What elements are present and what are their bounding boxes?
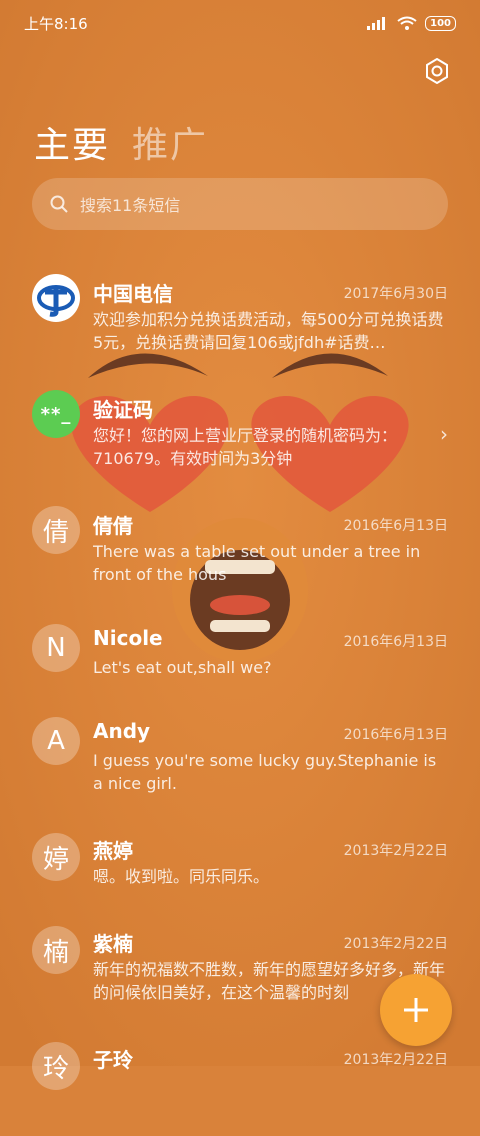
search-bar[interactable]: 搜索11条短信 bbox=[32, 178, 448, 230]
message-date: 2016年6月13日 bbox=[343, 634, 448, 650]
contact-avatar: N bbox=[32, 624, 80, 672]
contact-name: Nicole bbox=[93, 626, 163, 650]
message-date: 2013年2月22日 bbox=[343, 1052, 448, 1068]
contact-avatar: A bbox=[32, 717, 80, 765]
tab-promotions[interactable]: 推广 bbox=[132, 116, 208, 168]
message-date: 2013年2月22日 bbox=[343, 843, 448, 859]
message-date: 2017年6月30日 bbox=[343, 286, 448, 302]
contact-avatar: 玲 bbox=[32, 1042, 80, 1090]
contact-name: Andy bbox=[93, 719, 151, 743]
conversation-item[interactable]: 倩 倩倩 2016年6月13日 There was a table set ou… bbox=[0, 502, 480, 602]
battery-indicator: 100 bbox=[425, 15, 456, 31]
message-snippet: There was a table set out under a tree i… bbox=[93, 542, 421, 584]
tab-bar: 主要 推广 bbox=[34, 116, 208, 168]
message-date: 2016年6月13日 bbox=[343, 518, 448, 534]
chevron-right-icon[interactable]: › bbox=[440, 422, 448, 446]
conversation-item-verification-code[interactable]: **_ 验证码 您好！您的网上营业厅登录的随机密码为：710679。有效时间为3… bbox=[0, 386, 480, 486]
message-snippet: 欢迎参加积分兑换话费活动，每500分可兑换话费5元，兑换话费请回复106或jfd… bbox=[93, 310, 444, 352]
message-snippet: 您好！您的网上营业厅登录的随机密码为：710679。有效时间为3分钟 bbox=[93, 426, 398, 468]
settings-gear-icon[interactable] bbox=[424, 58, 450, 84]
message-snippet: 嗯。收到啦。同乐同乐。 bbox=[93, 867, 270, 886]
contact-name: 紫楠 bbox=[93, 932, 133, 956]
contact-avatar: 楠 bbox=[32, 926, 80, 974]
message-date: 2016年6月13日 bbox=[343, 727, 448, 743]
contact-avatar: **_ bbox=[32, 390, 80, 438]
status-bar: 上午8:16 100 bbox=[0, 0, 480, 46]
conversation-item[interactable]: N Nicole 2016年6月13日 Let's eat out,shall … bbox=[0, 618, 480, 718]
message-snippet: I guess you're some lucky guy.Stephanie … bbox=[93, 751, 437, 793]
search-placeholder: 搜索11条短信 bbox=[80, 196, 181, 215]
conversation-item[interactable]: 婷 燕婷 2013年2月22日 嗯。收到啦。同乐同乐。 bbox=[0, 827, 480, 927]
message-snippet: Let's eat out,shall we? bbox=[93, 658, 272, 677]
wifi-icon bbox=[397, 16, 417, 30]
contact-avatar: 倩 bbox=[32, 506, 80, 554]
message-date: 2013年2月22日 bbox=[343, 936, 448, 952]
contact-avatar: 婷 bbox=[32, 833, 80, 881]
contact-name: 中国电信 bbox=[93, 282, 173, 306]
status-time: 上午8:16 bbox=[24, 14, 88, 33]
tab-main[interactable]: 主要 bbox=[34, 116, 110, 168]
plus-icon bbox=[404, 998, 428, 1022]
contact-name: 验证码 bbox=[93, 398, 153, 422]
contact-name: 子玲 bbox=[93, 1048, 133, 1072]
signal-icon bbox=[367, 17, 386, 30]
search-icon bbox=[50, 195, 68, 213]
contact-name: 倩倩 bbox=[93, 514, 133, 538]
contact-name: 燕婷 bbox=[93, 839, 133, 863]
china-telecom-logo-icon bbox=[32, 274, 80, 322]
conversation-item[interactable]: A Andy 2016年6月13日 I guess you're some lu… bbox=[0, 711, 480, 811]
new-message-button[interactable] bbox=[380, 974, 452, 1046]
conversation-item[interactable]: 玲 子玲 2013年2月22日 bbox=[0, 1036, 480, 1136]
conversation-item-china-telecom[interactable]: 中国电信 2017年6月30日 欢迎参加积分兑换话费活动，每500分可兑换话费5… bbox=[0, 270, 480, 370]
